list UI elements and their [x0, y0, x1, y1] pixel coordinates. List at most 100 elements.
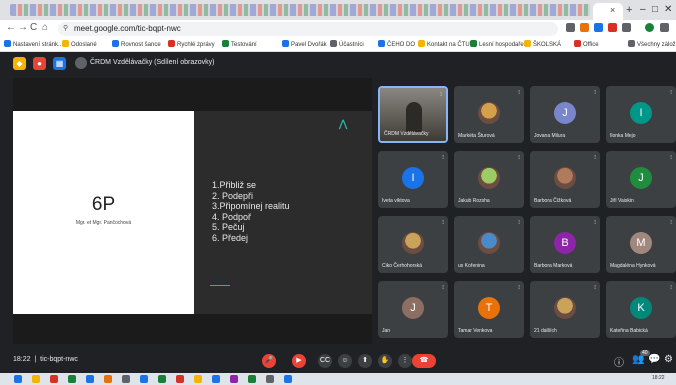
participant-name: Ciko Čerhohorská	[382, 263, 423, 269]
taskbar-app-icon[interactable]	[104, 375, 112, 383]
participant-tile[interactable]: ⁝ ČRDM Vzdělávačky	[378, 86, 448, 143]
participant-tile[interactable]: J ⁝ Jan	[378, 281, 448, 338]
bookmark-item[interactable]: Lesní hospodaření	[470, 40, 529, 48]
os-taskbar: 18:22	[0, 373, 676, 385]
app-icon[interactable]: ◆	[13, 57, 26, 70]
participant-name: ČRDM Vzdělávačky	[384, 131, 429, 137]
end-call-button[interactable]: ☎	[412, 354, 436, 368]
participant-tile[interactable]: I ⁝ Ivetа viktova	[378, 151, 448, 208]
bookmark-item[interactable]: Odoslané	[62, 40, 97, 48]
extension-icon[interactable]	[608, 23, 617, 32]
captions-button[interactable]: CC	[318, 354, 332, 368]
bookmark-item[interactable]: ČEHO DO	[378, 40, 415, 48]
participant-tile[interactable]: ⁝ Jakub Rozsha	[454, 151, 524, 208]
group-avatars	[554, 297, 576, 319]
bookmark-item[interactable]: Kontakt na ČTU	[418, 40, 470, 48]
minimize-button[interactable]: –	[640, 4, 646, 15]
profile-avatar[interactable]	[645, 23, 654, 32]
emoji-button[interactable]: ☺	[338, 354, 352, 368]
taskbar-app-icon[interactable]	[140, 375, 148, 383]
meeting-time: 18:22 | tic-bqpt-nwc	[13, 356, 78, 363]
extension-icon[interactable]	[566, 23, 575, 32]
taskbar-app-icon[interactable]	[248, 375, 256, 383]
bookmark-item[interactable]: Office	[574, 40, 599, 48]
taskbar-app-icon[interactable]	[32, 375, 40, 383]
site-info-icon[interactable]: ⚲	[63, 24, 68, 32]
avatar: B	[554, 232, 576, 254]
downloads-icon[interactable]	[622, 23, 631, 32]
participant-tile[interactable]: B ⁝ Barbora Marková	[530, 216, 600, 273]
mic-toggle-button[interactable]: 🎤	[262, 354, 276, 368]
camera-toggle-button[interactable]: ▶	[292, 354, 306, 368]
taskbar-app-icon[interactable]	[266, 375, 274, 383]
participant-tile[interactable]: ⁝ Markéta Šturová	[454, 86, 524, 143]
avatar-photo	[402, 232, 424, 254]
mic-muted-icon: ⁝	[670, 155, 672, 161]
slide-right-panel: ⋀ 1.Přibliž se 2. Podepři 3.Připomínej r…	[194, 111, 372, 314]
participant-tile[interactable]: K ⁝ Kateřina Babická	[606, 281, 676, 338]
taskbar-app-icon[interactable]	[86, 375, 94, 383]
bookmark-item[interactable]: Všechny záložky	[628, 40, 676, 48]
taskbar-app-icon[interactable]	[284, 375, 292, 383]
forward-button[interactable]: →	[18, 22, 28, 33]
taskbar-app-icon[interactable]	[230, 375, 238, 383]
address-bar-row: ← → C ⌂ ⚲ meet.google.com/tic-bqpt-nwc	[0, 20, 676, 38]
taskbar-app-icon[interactable]	[194, 375, 202, 383]
extension-icon[interactable]	[594, 23, 603, 32]
raise-hand-button[interactable]: ✋	[378, 354, 392, 368]
participant-tile[interactable]: ⁝ Ciko Čerhohorská	[378, 216, 448, 273]
bookmark-item[interactable]: Rychlé zprávy	[168, 40, 215, 48]
participant-name: 21 dalších	[534, 328, 557, 334]
chat-icon[interactable]: 💬	[648, 354, 660, 365]
taskbar-app-icon[interactable]	[68, 375, 76, 383]
tab-close-icon[interactable]: ×	[610, 5, 615, 15]
present-button[interactable]: ⬆	[358, 354, 372, 368]
participant-tile[interactable]: T ⁝ Tamar Venkova	[454, 281, 524, 338]
home-button[interactable]: ⌂	[42, 22, 48, 33]
participant-tile[interactable]: I ⁝ Ilonka Mejo	[606, 86, 676, 143]
bookmark-icon	[112, 40, 119, 47]
more-options-button[interactable]: ⋮	[398, 354, 412, 368]
participant-tile[interactable]: ⁝ 21 dalších	[530, 281, 600, 338]
bookmark-item[interactable]: ŠKOLSKÁ	[524, 40, 561, 48]
participant-tile[interactable]: M ⁝ Magdaléna Hynková	[606, 216, 676, 273]
active-tab[interactable]	[593, 3, 623, 20]
maximize-button[interactable]: □	[652, 4, 658, 15]
bookmark-label: Všechny záložky	[637, 42, 676, 48]
extension-icon[interactable]	[580, 23, 589, 32]
taskbar-app-icon[interactable]	[212, 375, 220, 383]
taskbar-app-icon[interactable]	[50, 375, 58, 383]
record-icon[interactable]: ●	[33, 57, 46, 70]
bookmark-item[interactable]: Nastavení stránk...	[4, 40, 63, 48]
browser-tabs[interactable]	[10, 4, 590, 16]
menu-icon[interactable]	[660, 23, 669, 32]
info-icon[interactable]: ⓘ	[614, 354, 624, 369]
mic-muted-icon: ⁝	[440, 92, 442, 98]
divider	[210, 285, 230, 286]
participant-tile[interactable]: ⁝ Barbora Čížková	[530, 151, 600, 208]
bookmark-item[interactable]: Pavel Dvořák	[282, 40, 327, 48]
back-button[interactable]: ←	[6, 22, 16, 33]
bookmark-item[interactable]: Rovnost šance	[112, 40, 161, 48]
activities-icon[interactable]: ⚙	[664, 354, 673, 365]
participant-tile[interactable]: ⁝ us Kořenina	[454, 216, 524, 273]
slide-list: 1.Přibliž se 2. Podepři 3.Připomínej rea…	[212, 180, 290, 243]
bookmark-icon	[222, 40, 229, 47]
participant-tile[interactable]: J ⁝ Jiří Vaiskin	[606, 151, 676, 208]
bookmark-item[interactable]: Účastníci	[330, 40, 364, 48]
taskbar-app-icon[interactable]	[176, 375, 184, 383]
bookmark-item[interactable]: Testování	[222, 40, 257, 48]
taskbar-app-icon[interactable]	[122, 375, 130, 383]
close-window-button[interactable]: ✕	[664, 4, 672, 15]
participant-tile[interactable]: J ⁝ Jovana Milura	[530, 86, 600, 143]
participant-name: Ilonka Mejo	[610, 133, 636, 139]
taskbar-app-icon[interactable]	[14, 375, 22, 383]
new-tab-button[interactable]: +	[626, 4, 632, 16]
bookmark-label: Nastavení stránk...	[13, 42, 64, 48]
reload-button[interactable]: C	[30, 22, 37, 33]
layout-icon[interactable]: ▦	[53, 57, 66, 70]
taskbar-app-icon[interactable]	[158, 375, 166, 383]
list-item: 4. Podpoř	[212, 211, 252, 222]
address-input[interactable]: ⚲ meet.google.com/tic-bqpt-nwc	[58, 22, 558, 36]
mic-muted-icon: ⁝	[518, 90, 520, 96]
